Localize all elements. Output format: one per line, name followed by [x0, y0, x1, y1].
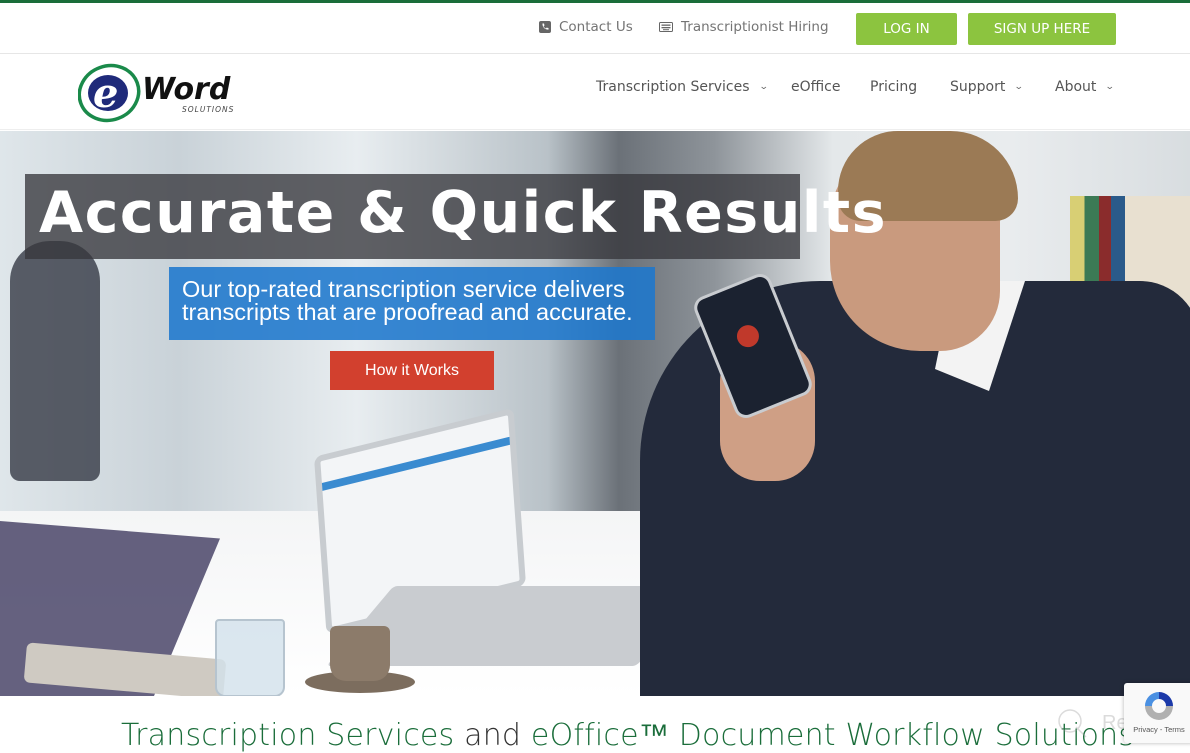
- recaptcha-badge[interactable]: Privacy - Terms: [1124, 683, 1190, 743]
- headline-box: Accurate & Quick Results: [25, 174, 886, 259]
- heading-transcription-services: Transcription Services: [121, 718, 455, 753]
- coffee-cup: [330, 626, 390, 681]
- eword-logo[interactable]: e Word SOLUTIONS: [77, 61, 258, 123]
- nav-pricing[interactable]: Pricing: [870, 79, 917, 95]
- eword-logo-mark: e Word SOLUTIONS: [77, 63, 234, 123]
- nav-support[interactable]: Support ⌄: [950, 79, 1025, 95]
- svg-text:SOLUTIONS: SOLUTIONS: [182, 105, 234, 114]
- chevron-down-icon: ⌄: [1105, 82, 1116, 92]
- nav-transcription-services[interactable]: Transcription Services ⌄: [596, 79, 769, 95]
- nav-eoffice-label: eOffice: [791, 79, 841, 95]
- section-heading: Transcription Services and eOffice™ Docu…: [121, 718, 1134, 753]
- main-navbar: e Word SOLUTIONS Transcription Services …: [0, 55, 1190, 130]
- hero-headline: Accurate & Quick Results: [39, 180, 888, 246]
- contact-us-link[interactable]: Contact Us: [539, 19, 633, 35]
- hero-subheadline-line-1: Our top-rated transcription service deli…: [182, 276, 625, 302]
- recaptcha-privacy-terms[interactable]: Privacy - Terms: [1124, 725, 1190, 734]
- nav-about-label: About: [1055, 79, 1097, 95]
- nav-pricing-label: Pricing: [870, 79, 918, 95]
- keyboard-icon: [659, 22, 673, 32]
- record-icon: [733, 321, 763, 351]
- nav-transcription-services-label: Transcription Services: [596, 79, 750, 95]
- transcriptionist-hiring-label: Transcriptionist Hiring: [681, 19, 829, 35]
- hero-banner: Accurate & Quick Results Our top-rated t…: [0, 131, 1190, 696]
- login-button[interactable]: LOG IN: [856, 13, 957, 45]
- heading-eoffice: eOffice™ Document Workflow Solutions: [530, 718, 1135, 753]
- how-it-works-button[interactable]: How it Works: [330, 351, 494, 390]
- hero-subheadline-box: Our top-rated transcription service deli…: [169, 267, 655, 340]
- svg-text:Word: Word: [142, 72, 231, 107]
- recaptcha-icon: [1145, 692, 1173, 720]
- background-person: [10, 241, 100, 481]
- heading-and: and: [454, 718, 531, 753]
- phone-icon: [539, 21, 551, 33]
- contact-us-label: Contact Us: [559, 19, 633, 35]
- chevron-down-icon: ⌄: [758, 82, 769, 92]
- hero-subheadline: Our top-rated transcription service deli…: [182, 276, 633, 325]
- hero-subheadline-line-2: transcripts that are proofread and accur…: [182, 299, 633, 325]
- utility-bar: Contact Us Transcriptionist Hiring LOG I…: [0, 3, 1190, 54]
- revain-logo-icon: [1058, 709, 1087, 738]
- nav-support-label: Support: [950, 79, 1006, 95]
- nav-eoffice[interactable]: eOffice: [791, 79, 840, 95]
- water-glass: [215, 619, 285, 696]
- transcriptionist-hiring-link[interactable]: Transcriptionist Hiring: [659, 19, 829, 35]
- svg-text:e: e: [93, 70, 118, 117]
- chevron-down-icon: ⌄: [1014, 82, 1025, 92]
- nav-about[interactable]: About ⌄: [1055, 79, 1116, 95]
- signup-button[interactable]: SIGN UP HERE: [968, 13, 1116, 45]
